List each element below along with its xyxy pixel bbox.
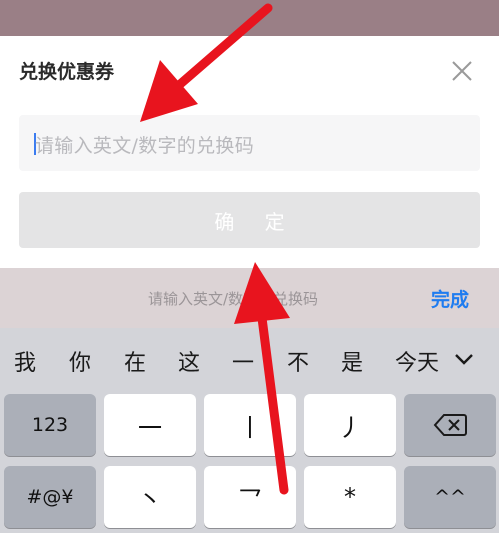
- done-button[interactable]: 完成: [431, 285, 469, 312]
- redeem-code-placeholder: 请输入英文/数字的兑换码: [35, 135, 255, 157]
- symbols-key[interactable]: #@¥: [4, 466, 96, 528]
- stroke-key-shu[interactable]: 丨: [204, 394, 296, 456]
- confirm-button[interactable]: 确 定: [19, 192, 480, 248]
- candidate-word[interactable]: 这: [178, 345, 200, 377]
- numbers-key[interactable]: 123: [4, 394, 96, 456]
- backspace-icon: [433, 414, 467, 436]
- chevron-down-icon[interactable]: [449, 346, 479, 372]
- candidate-word[interactable]: 是: [341, 345, 363, 377]
- candidate-word[interactable]: 你: [69, 345, 91, 377]
- stroke-key-zhe[interactable]: 乛: [204, 466, 296, 528]
- delete-key[interactable]: [404, 394, 496, 456]
- keyboard: 我 你 在 这 一 不 是 今天 123 一 丨 丿 #@¥ 丶 乛 * ^^: [0, 328, 499, 533]
- redeem-code-input[interactable]: 请输入英文/数字的兑换码: [19, 115, 480, 171]
- wildcard-key[interactable]: *: [304, 466, 396, 528]
- background-header-strip: [0, 0, 499, 36]
- candidate-word[interactable]: 一: [232, 345, 254, 377]
- candidate-word[interactable]: 不: [287, 345, 309, 377]
- redeem-coupon-dialog: 兑换优惠券 请输入英文/数字的兑换码 确 定: [0, 36, 499, 268]
- candidate-bar: 我 你 在 这 一 不 是 今天: [0, 328, 499, 390]
- close-icon[interactable]: [449, 58, 475, 84]
- candidate-word[interactable]: 今天: [395, 345, 441, 377]
- keyboard-accessory-bar: 请输入英文/数字的兑换码 完成: [0, 268, 499, 328]
- stroke-key-heng[interactable]: 一: [104, 394, 196, 456]
- accessory-hint: 请输入英文/数字的兑换码: [148, 290, 319, 308]
- candidate-word[interactable]: 在: [124, 345, 146, 377]
- stroke-key-dian[interactable]: 丶: [104, 466, 196, 528]
- candidate-word[interactable]: 我: [14, 345, 36, 377]
- emoji-key[interactable]: ^^: [404, 466, 496, 528]
- dialog-title: 兑换优惠券: [19, 61, 115, 83]
- stroke-key-pie[interactable]: 丿: [304, 394, 396, 456]
